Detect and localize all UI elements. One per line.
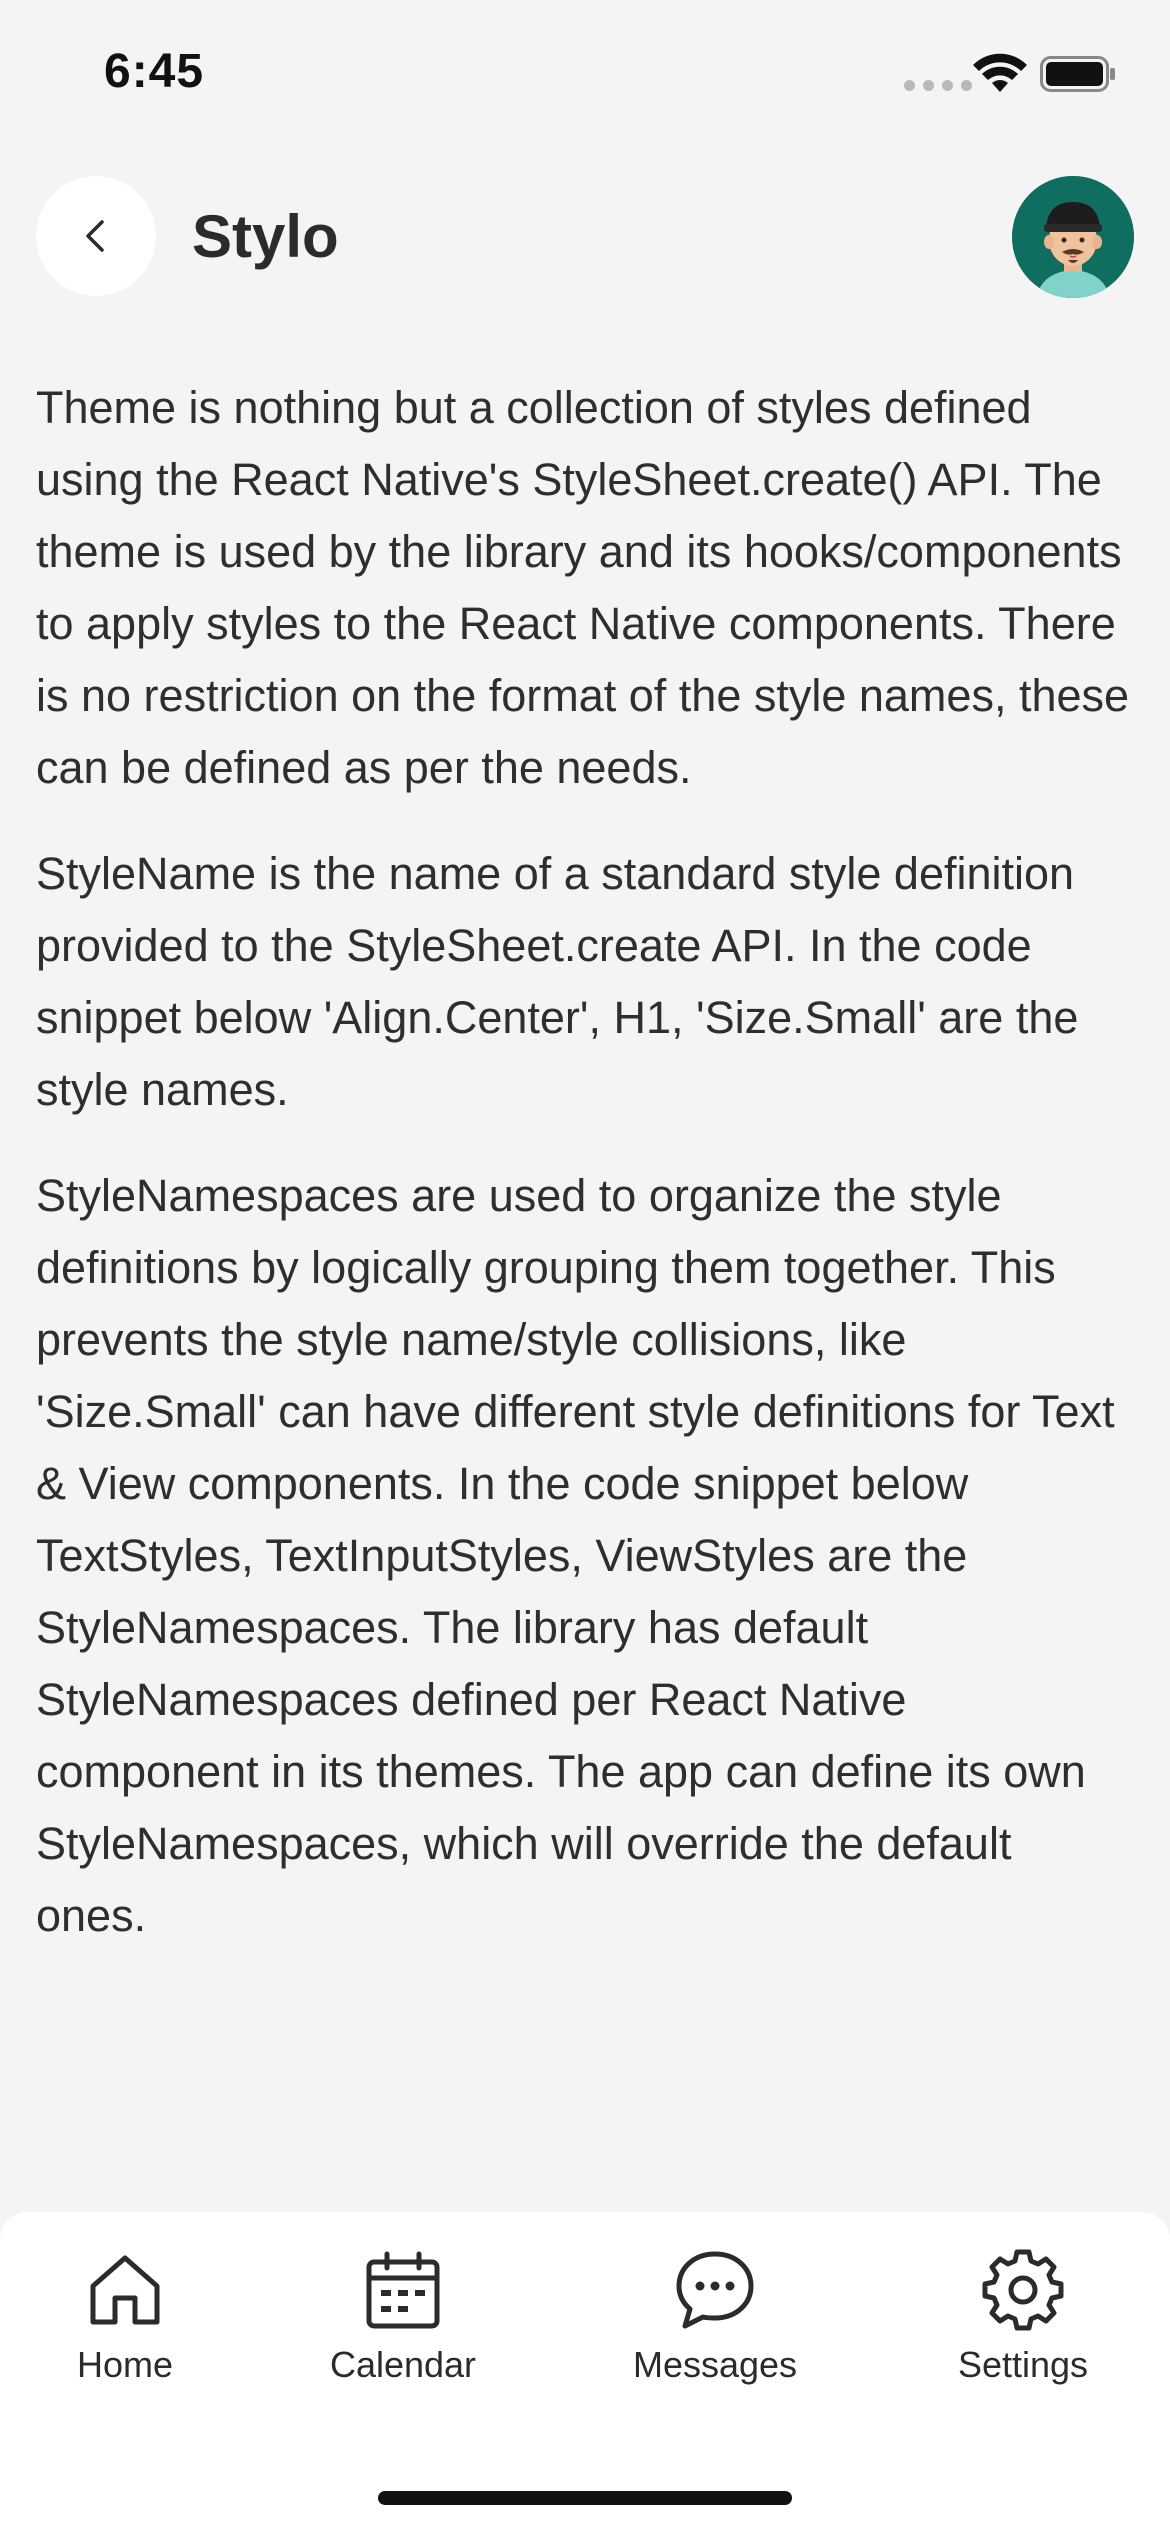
paragraph-stylenamespaces: StyleNamespaces are used to organize the… (36, 1170, 1115, 1941)
user-avatar-icon (1012, 176, 1134, 298)
tab-calendar[interactable]: Calendar (293, 2248, 513, 2418)
paragraph-theme: Theme is nothing but a collection of sty… (36, 382, 1130, 793)
app-screen: 6:45 Stylo Theme is nothing but a collec… (0, 0, 1170, 2532)
avatar[interactable] (1012, 176, 1134, 298)
status-time: 6:45 (104, 45, 205, 98)
tab-home-label: Home (76, 2344, 174, 2385)
chat-bubble-icon (676, 2251, 754, 2329)
tab-settings-label: Settings (957, 2344, 1089, 2385)
tab-calendar-label: Calendar (329, 2344, 477, 2385)
battery-icon (1040, 56, 1115, 92)
paragraph-stylename: StyleName is the name of a standard styl… (36, 848, 1079, 1115)
tab-home[interactable]: Home (15, 2248, 235, 2418)
chevron-left-icon (86, 220, 104, 252)
calendar-icon (366, 2251, 440, 2329)
gear-icon (982, 2249, 1064, 2331)
status-bar: 6:45 (0, 0, 1170, 140)
wifi-icon (973, 53, 1027, 92)
cellular-signal-icon (904, 80, 972, 91)
tab-bar: Home Calendar Messages Settings (0, 2212, 1170, 2532)
page-title: Stylo (192, 203, 339, 270)
tab-settings[interactable]: Settings (913, 2248, 1133, 2418)
tab-messages-label: Messages (632, 2344, 798, 2385)
home-indicator[interactable] (378, 2491, 792, 2505)
tab-messages[interactable]: Messages (605, 2248, 825, 2418)
back-button[interactable] (36, 176, 156, 296)
home-icon (90, 2255, 160, 2325)
content: Theme is nothing but a collection of sty… (36, 372, 1134, 1986)
header: Stylo (36, 176, 1134, 298)
